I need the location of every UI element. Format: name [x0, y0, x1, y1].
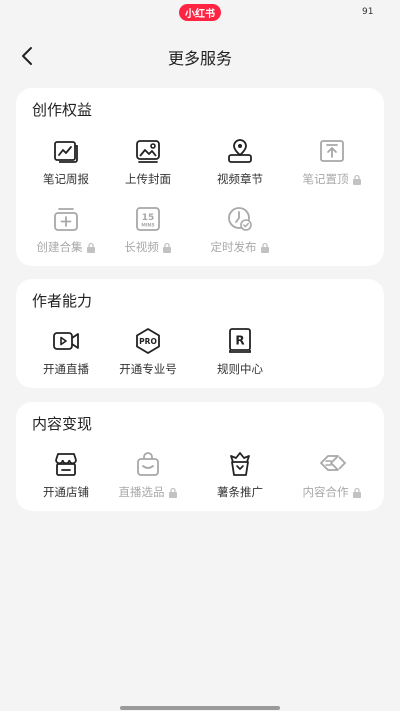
item-label: 定时发布	[210, 240, 257, 254]
lock-icon	[162, 242, 171, 253]
section-title: 内容变现	[32, 415, 93, 433]
promotion-item[interactable]: 薯条推广	[194, 450, 286, 506]
item-label: 规则中心	[217, 362, 263, 376]
pin-note-item[interactable]: 笔记置顶	[286, 137, 378, 193]
nav-bar: 更多服务	[0, 36, 400, 76]
pro-account-icon: PRO	[136, 328, 160, 354]
page-title: 更多服务	[167, 49, 232, 68]
item-label: 笔记置顶	[302, 172, 349, 186]
content-cooperation-item[interactable]: 内容合作	[286, 450, 378, 506]
long-video-icon-unit: MINS	[141, 223, 154, 229]
long-video-icon-number: 15	[142, 213, 155, 223]
item-label: 薯条推广	[217, 485, 263, 499]
promotion-icon	[230, 452, 250, 476]
lock-icon	[168, 487, 177, 498]
content-monetization-card: 内容变现 开通店铺 直播选品 薯条推广 内容合作	[16, 402, 384, 511]
live-stream-item[interactable]: 开通直播	[20, 327, 112, 383]
rules-icon-text: R	[235, 334, 244, 348]
upload-cover-icon	[136, 140, 160, 163]
long-video-item[interactable]: 15 MINS 长视频	[102, 205, 194, 261]
item-label: 视频章节	[217, 172, 263, 186]
video-chapter-icon	[228, 139, 252, 163]
video-chapter-item[interactable]: 视频章节	[194, 137, 286, 193]
item-label: 内容合作	[302, 485, 349, 499]
status-bar: 小红书 91	[0, 0, 400, 26]
scheduled-publish-item[interactable]: 定时发布	[194, 205, 286, 261]
lock-icon	[352, 174, 361, 185]
item-label: 直播选品	[118, 485, 165, 499]
rules-center-icon: R	[229, 328, 251, 353]
item-label: 长视频	[124, 240, 159, 254]
live-stream-icon	[53, 332, 79, 350]
upload-cover-item[interactable]: 上传封面	[102, 137, 194, 193]
item-label: 上传封面	[125, 172, 171, 186]
create-collection-item[interactable]: 创建合集	[20, 205, 112, 261]
rules-center-item[interactable]: R 规则中心	[194, 327, 286, 383]
open-store-item[interactable]: 开通店铺	[20, 450, 112, 506]
open-store-icon	[55, 453, 77, 476]
item-label: 开通店铺	[43, 485, 89, 499]
home-indicator[interactable]	[120, 706, 280, 710]
app-badge: 小红书	[179, 4, 221, 21]
lock-icon	[260, 242, 269, 253]
note-report-item[interactable]: 笔记周报	[20, 137, 112, 193]
creation-benefits-card: 创作权益 笔记周报 上传封面 视频章节 笔记置顶 创建合集 15 MINS 长视…	[16, 88, 384, 266]
pin-note-icon	[320, 140, 344, 162]
long-video-icon: 15 MINS	[136, 207, 160, 231]
more-services-page: 小红书 91 更多服务 创作权益 笔记周报 上传封面 视频章节 笔记置顶 创建合…	[0, 0, 400, 711]
item-label: 开通专业号	[119, 362, 177, 376]
section-title: 创作权益	[32, 101, 93, 119]
live-selection-item[interactable]: 直播选品	[102, 450, 194, 506]
pro-account-item[interactable]: PRO 开通专业号	[102, 327, 194, 383]
author-abilities-card: 作者能力 开通直播 PRO 开通专业号 R 规则中心	[16, 279, 384, 388]
battery-level: 91	[362, 7, 374, 17]
item-label: 笔记周报	[43, 172, 89, 186]
lock-icon	[352, 487, 361, 498]
item-label: 开通直播	[43, 362, 89, 376]
lock-icon	[86, 242, 95, 253]
note-report-icon	[54, 141, 78, 163]
create-collection-icon	[54, 208, 78, 231]
scheduled-publish-icon	[228, 207, 252, 231]
item-label: 创建合集	[36, 240, 83, 254]
live-selection-icon	[137, 452, 159, 476]
content-cooperation-icon	[320, 455, 346, 471]
section-title: 作者能力	[32, 292, 93, 310]
pro-icon-text: PRO	[139, 337, 157, 346]
